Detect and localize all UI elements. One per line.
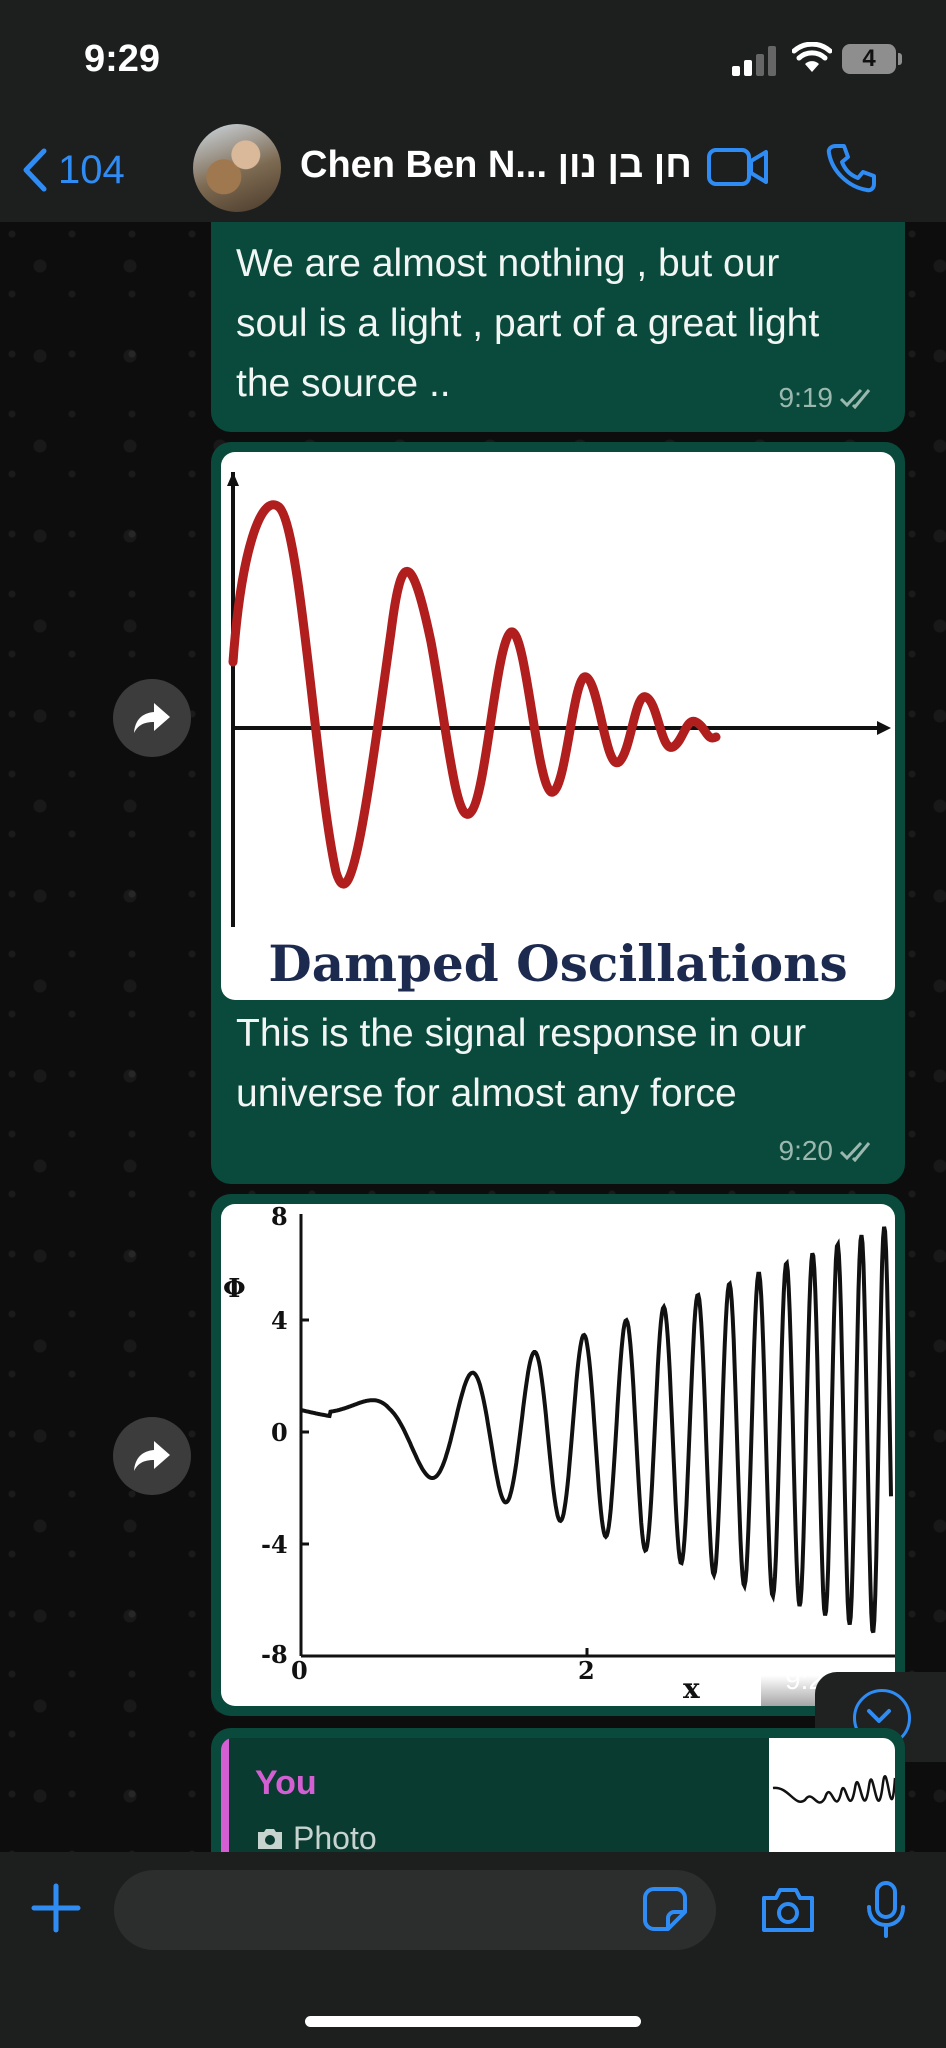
message-text-line: soul is a light , part of a great light [236, 302, 820, 345]
cellular-signal-icon [732, 46, 776, 76]
damped-oscillations-image[interactable]: Damped Oscillations [221, 452, 895, 1000]
message-text-line: We are almost nothing , but our [236, 242, 780, 285]
time-label: 9:20 [778, 1135, 834, 1166]
camera-icon [258, 1828, 282, 1849]
video-camera-icon[interactable] [706, 144, 770, 190]
y-tick-label: 4 [271, 1306, 288, 1335]
battery-tip [898, 53, 902, 65]
y-tick-label: -8 [261, 1640, 288, 1669]
read-check-icon [839, 1141, 871, 1162]
image-message-bubble[interactable]: Damped Oscillations This is the signal r… [211, 442, 905, 1184]
forward-button[interactable] [113, 679, 191, 757]
oscillation-graph-image[interactable]: 8 Φ 4 0 -4 -8 0 2 x 9:2 [221, 1204, 895, 1706]
microphone-icon[interactable] [864, 1880, 908, 1940]
message-bubble[interactable]: We are almost nothing , but our soul is … [211, 222, 905, 432]
y-tick-label: 0 [271, 1418, 288, 1447]
x-axis-label: x [683, 1672, 700, 1705]
battery-icon: 4 [842, 44, 896, 74]
message-text-line: This is the signal response in our [236, 1012, 807, 1055]
chat-header: 104 Chen Ben N... חן בן נון [0, 120, 946, 222]
quote-bar [221, 1738, 229, 1852]
image-caption: Damped Oscillations [268, 934, 848, 993]
status-bar: 9:29 4 [0, 0, 946, 120]
forward-button[interactable] [113, 1417, 191, 1495]
back-button[interactable]: 104 [20, 140, 125, 200]
quoted-author: You [255, 1764, 317, 1802]
phone-icon[interactable] [826, 142, 876, 194]
status-time: 9:29 [84, 38, 161, 80]
message-text-line: the source .. [236, 362, 451, 405]
message-time: 9:19 [779, 382, 878, 414]
contact-name[interactable]: Chen Ben N... חן בן נון [300, 144, 692, 187]
contact-avatar[interactable] [193, 124, 281, 212]
x-tick-label: 2 [578, 1656, 595, 1685]
message-input[interactable] [114, 1870, 716, 1950]
x-tick-label: 0 [291, 1656, 308, 1685]
quoted-type-label: Photo [293, 1820, 377, 1852]
message-text-line: universe for almost any force [236, 1072, 737, 1115]
damped-oscillation-graph [227, 472, 891, 927]
chevron-left-icon [23, 148, 47, 192]
time-label: 9:19 [778, 382, 834, 413]
quoted-type: Photo [255, 1820, 377, 1852]
camera-icon[interactable] [760, 1886, 816, 1934]
quoted-reply-bubble[interactable]: You Photo [211, 1728, 905, 1852]
unread-count: 104 [58, 147, 125, 192]
sticker-icon[interactable] [642, 1886, 688, 1932]
message-input-bar [0, 1852, 946, 2048]
quoted-thumbnail [769, 1738, 895, 1852]
message-time: 9:20 [779, 1135, 878, 1167]
y-axis-label: Φ [223, 1274, 246, 1304]
y-tick-label: 8 [271, 1204, 288, 1231]
forward-arrow-icon [134, 1441, 170, 1471]
image-message-bubble[interactable]: 8 Φ 4 0 -4 -8 0 2 x 9:2 [211, 1194, 905, 1716]
quoted-message[interactable]: You Photo [221, 1738, 895, 1852]
growing-oscillation-graph [299, 1214, 895, 1706]
forward-arrow-icon [134, 703, 170, 733]
plus-icon[interactable] [30, 1882, 82, 1934]
read-check-icon [839, 388, 871, 409]
home-indicator [305, 2016, 641, 2027]
wifi-icon [792, 42, 832, 72]
y-tick-label: -4 [261, 1530, 288, 1559]
